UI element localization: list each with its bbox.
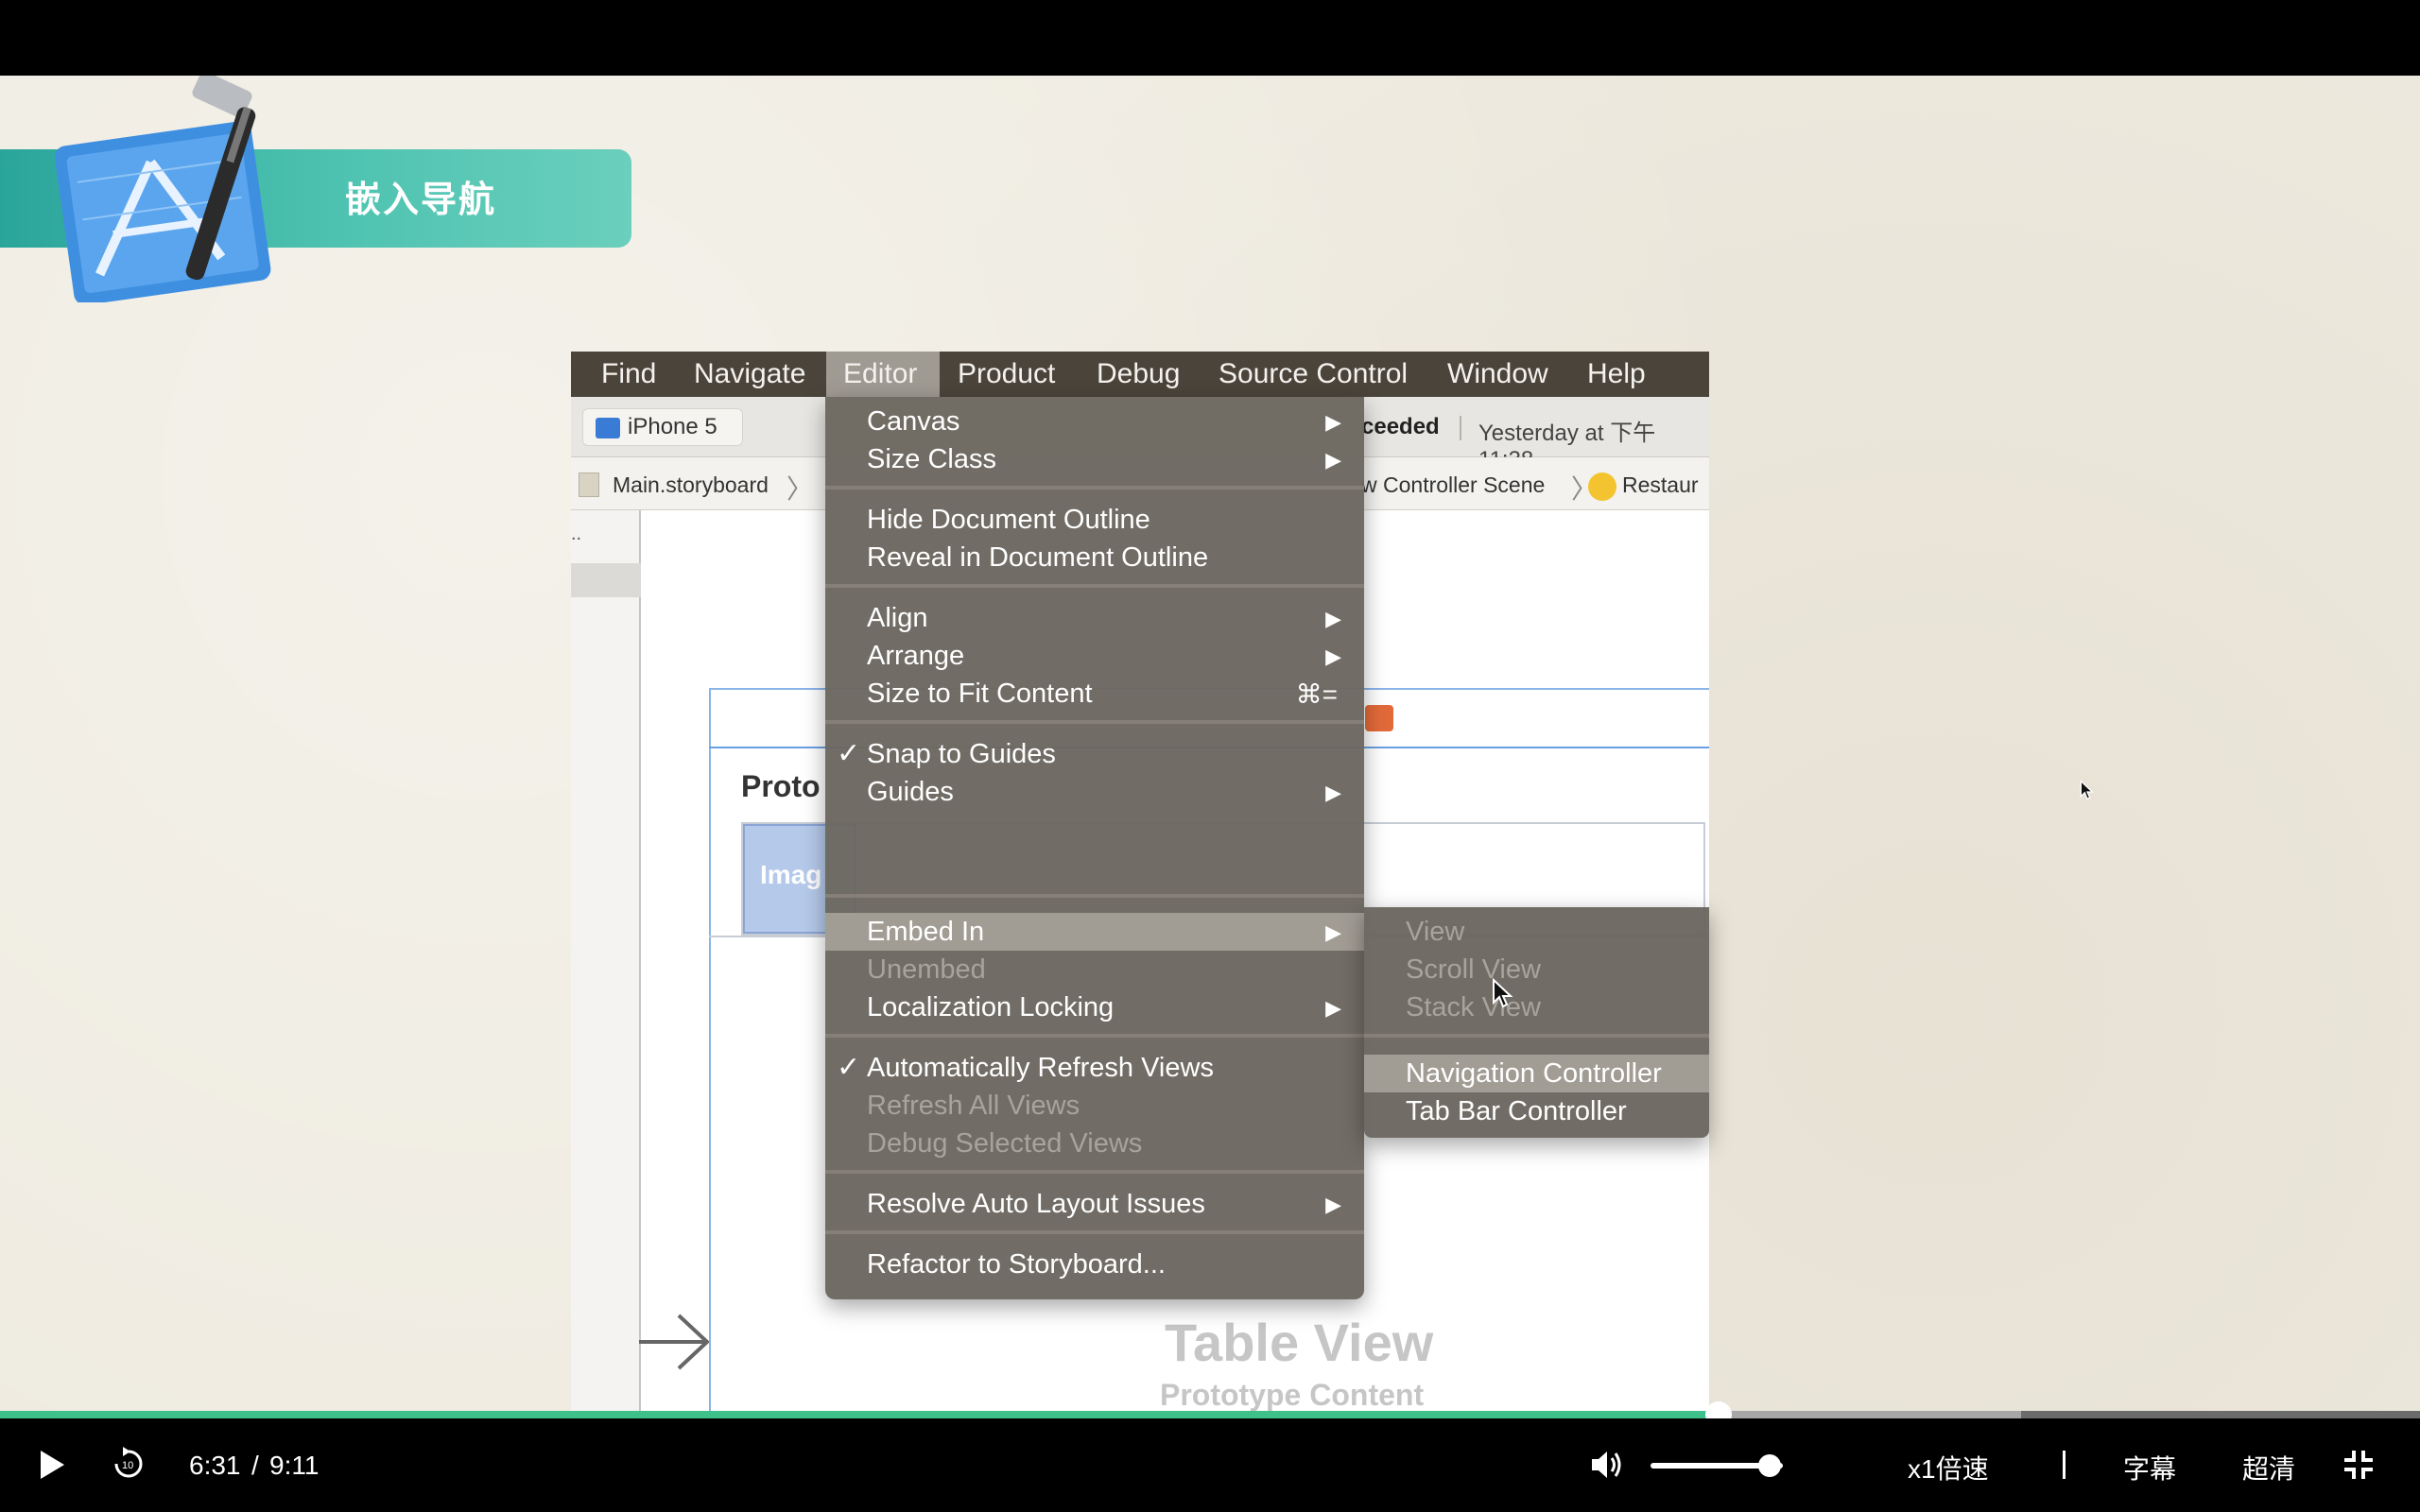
menu-help[interactable]: Help xyxy=(1587,358,1646,390)
menu-separator xyxy=(825,894,1364,898)
checkmark-icon: ✓ xyxy=(837,1052,861,1083)
submenu-arrow-icon: ▶ xyxy=(1325,781,1341,804)
replay-10-icon[interactable]: 10 xyxy=(112,1447,146,1481)
submenu-arrow-icon: ▶ xyxy=(1325,607,1341,630)
volume-handle[interactable] xyxy=(1758,1454,1781,1477)
svg-text:10: 10 xyxy=(122,1460,133,1471)
menu-item-align[interactable]: Align xyxy=(867,603,928,634)
subtitle-button[interactable]: 字幕 xyxy=(2123,1449,2176,1486)
menu-window[interactable]: Window xyxy=(1447,358,1548,390)
volume-icon[interactable] xyxy=(1590,1449,1624,1481)
menu-item-canvas[interactable]: Canvas xyxy=(867,406,959,438)
menu-bar: Find Navigate Editor Product Debug Sourc… xyxy=(571,352,1709,397)
build-status: ceeded xyxy=(1361,414,1440,439)
play-icon[interactable] xyxy=(38,1449,66,1481)
menu-item-size-to-fit-content[interactable]: Size to Fit Content xyxy=(867,679,1093,710)
video-frame[interactable]: 嵌入导航 Find Navigate Editor Product Debug … xyxy=(0,76,2420,1418)
menu-item-refresh-all-views: Refresh All Views xyxy=(867,1091,1080,1121)
submenu-arrow-icon: ▶ xyxy=(1325,996,1341,1020)
mouse-cursor-icon xyxy=(1493,978,1513,1008)
quality-button[interactable]: 超清 xyxy=(2242,1449,2295,1486)
device-label: iPhone 5 xyxy=(628,414,717,439)
submenu-arrow-icon: ▶ xyxy=(1325,920,1341,944)
prototype-cells-label: Proto xyxy=(741,769,821,803)
editor-dropdown-menu: Canvas ▶ Size Class ▶ Hide Document Outl… xyxy=(825,397,1364,1299)
submenu-arrow-icon: ▶ xyxy=(1325,1193,1341,1216)
document-outline: .. xyxy=(571,510,641,1418)
menu-separator xyxy=(825,720,1364,724)
table-view-subtitle: Prototype Content xyxy=(1160,1378,1425,1412)
submenu-item-view: View xyxy=(1406,917,1465,947)
submenu-item-stack-view: Stack View xyxy=(1406,992,1541,1022)
submenu-item-navigation-controller[interactable]: Navigation Controller xyxy=(1406,1058,1662,1090)
checkmark-icon: ✓ xyxy=(837,738,861,769)
menu-item-arrange[interactable]: Arrange xyxy=(867,641,964,672)
storyboard-file-icon xyxy=(579,472,599,497)
submenu-item-tab-bar-controller[interactable]: Tab Bar Controller xyxy=(1406,1096,1627,1127)
submenu-arrow-icon: ▶ xyxy=(1325,644,1341,668)
menu-find[interactable]: Find xyxy=(601,358,656,390)
menu-item-guides[interactable]: Guides xyxy=(867,777,954,808)
control-divider xyxy=(2063,1451,2066,1479)
menu-separator xyxy=(825,1170,1364,1174)
banner-title: 嵌入导航 xyxy=(345,180,497,220)
submenu-arrow-icon: ▶ xyxy=(1325,448,1341,472)
jumpbar-file[interactable]: Main.storyboard xyxy=(613,472,769,498)
menu-item-automatically-refresh-views[interactable]: Automatically Refresh Views xyxy=(867,1053,1214,1084)
progress-buffered xyxy=(1719,1411,2021,1418)
chevron-right-icon: 〉 xyxy=(786,474,814,504)
toolbar-divider xyxy=(1460,416,1461,440)
menu-item-embed-in[interactable]: Embed In xyxy=(867,917,984,948)
menu-editor[interactable]: Editor xyxy=(843,358,917,390)
shortcut-size-to-fit: ⌘= xyxy=(1295,679,1338,709)
menu-item-unembed: Unembed xyxy=(867,954,986,985)
image-view-label: Imag xyxy=(760,860,822,889)
menu-item-debug-selected-views: Debug Selected Views xyxy=(867,1128,1143,1159)
menu-item-size-class[interactable]: Size Class xyxy=(867,444,996,475)
menu-item-resolve-auto-layout-issues[interactable]: Resolve Auto Layout Issues xyxy=(867,1189,1205,1220)
progress-played xyxy=(0,1411,1719,1418)
xcode-logo-icon xyxy=(54,76,271,302)
time-total: 9:11 xyxy=(269,1451,320,1480)
entry-point-arrow-icon xyxy=(639,1314,710,1370)
speed-button[interactable]: x1倍速 xyxy=(1908,1449,1989,1486)
menu-separator xyxy=(825,1034,1364,1038)
player-controls: 10 6:31 / 9:11 x1倍速 字幕 超清 xyxy=(0,1418,2420,1512)
menu-item-localization-locking[interactable]: Localization Locking xyxy=(867,992,1114,1023)
menu-item-reveal-in-document-outline[interactable]: Reveal in Document Outline xyxy=(867,542,1208,574)
exit-icon xyxy=(1365,705,1393,731)
iphone-icon xyxy=(596,418,620,438)
exit-fullscreen-icon[interactable] xyxy=(2342,1449,2375,1481)
table-view-title: Table View xyxy=(1165,1313,1434,1372)
embed-in-submenu: View Scroll View Stack View Navigation C… xyxy=(1364,907,1709,1138)
menu-item-refactor-to-storyboard[interactable]: Refactor to Storyboard... xyxy=(867,1249,1166,1280)
menu-source-control[interactable]: Source Control xyxy=(1219,358,1408,390)
jumpbar-controller[interactable]: Restaur xyxy=(1622,472,1699,498)
submenu-item-scroll-view: Scroll View xyxy=(1406,954,1541,985)
submenu-arrow-icon: ▶ xyxy=(1325,410,1341,434)
outline-row[interactable] xyxy=(571,563,641,597)
view-controller-icon xyxy=(1588,472,1616,501)
menu-separator xyxy=(825,584,1364,588)
menu-debug[interactable]: Debug xyxy=(1097,358,1180,390)
jumpbar-scene[interactable]: w Controller Scene xyxy=(1361,472,1545,498)
menu-item-hide-document-outline[interactable]: Hide Document Outline xyxy=(867,505,1150,536)
menu-product[interactable]: Product xyxy=(958,358,1055,390)
menu-navigate[interactable]: Navigate xyxy=(694,358,805,390)
mouse-cursor-icon xyxy=(2080,780,2095,800)
menu-separator xyxy=(825,486,1364,490)
menu-item-snap-to-guides[interactable]: Snap to Guides xyxy=(867,739,1056,770)
time-separator: / xyxy=(251,1451,259,1480)
outline-dots: .. xyxy=(571,524,582,544)
time-current: 6:31 xyxy=(189,1451,241,1480)
menu-separator xyxy=(1364,1034,1709,1038)
menu-separator xyxy=(825,1230,1364,1234)
